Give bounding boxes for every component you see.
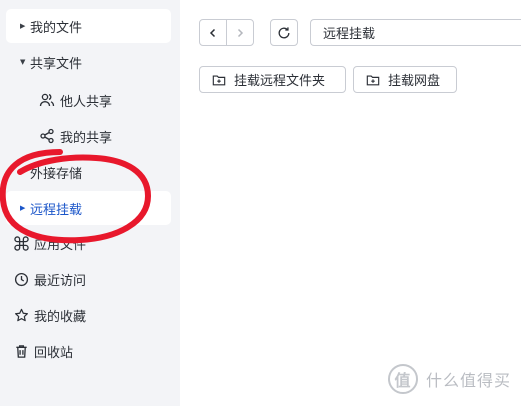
trash-icon	[8, 344, 34, 359]
folder-plus-icon	[366, 73, 380, 87]
file-manager-window: ▶ 我的文件 ▼ 共享文件 他人共享 我的共享 ▶ 外接存储 ▶ 远程挂载 应用…	[0, 0, 521, 406]
mount-cloud-disk-label: 挂载网盘	[388, 74, 441, 89]
sidebar-item-label: 我的收藏	[34, 309, 87, 325]
mount-cloud-disk-button[interactable]: 挂载网盘	[353, 66, 457, 93]
share-icon	[34, 128, 60, 144]
watermark-logo: 值	[387, 364, 418, 394]
sidebar-item-label: 共享文件	[30, 56, 83, 72]
mount-remote-folder-label: 挂载远程文件夹	[234, 74, 326, 89]
sidebar-item-label: 我的共享	[60, 130, 113, 146]
watermark-text: 什么值得买	[425, 371, 511, 390]
back-button[interactable]	[200, 20, 226, 45]
sidebar-item-external-storage[interactable]: ▶ 外接存储	[6, 155, 171, 189]
sidebar-item-app-files[interactable]: 应用文件	[6, 226, 171, 260]
sidebar-item-label: 最近访问	[34, 273, 87, 289]
forward-button[interactable]	[226, 20, 253, 45]
watermark: 值 什么值得买	[387, 364, 511, 394]
sidebar-item-label: 我的文件	[30, 20, 83, 36]
sidebar-item-shared-by-others[interactable]: 他人共享	[6, 83, 171, 117]
chevron-left-icon	[209, 28, 216, 37]
path-text: 远程挂载	[323, 27, 376, 42]
refresh-button[interactable]	[270, 19, 298, 46]
sidebar: ▶ 我的文件 ▼ 共享文件 他人共享 我的共享 ▶ 外接存储 ▶ 远程挂载 应用…	[0, 0, 180, 406]
sidebar-item-label: 应用文件	[34, 237, 87, 253]
sidebar-item-label: 他人共享	[60, 94, 113, 110]
users-icon	[34, 92, 60, 108]
main-panel: 远程挂载 挂载远程文件夹 挂载网盘 值 什么值得买	[180, 0, 521, 406]
caret-down-icon: ▼	[20, 57, 26, 66]
history-nav	[199, 19, 254, 46]
command-icon	[8, 235, 34, 251]
sidebar-item-recent[interactable]: 最近访问	[6, 262, 171, 296]
sidebar-item-my-files[interactable]: ▶ 我的文件	[6, 9, 171, 43]
sidebar-item-trash[interactable]: 回收站	[6, 334, 171, 368]
caret-right-icon: ▶	[20, 203, 26, 212]
sidebar-item-label: 回收站	[34, 345, 74, 361]
mount-remote-folder-button[interactable]: 挂载远程文件夹	[199, 66, 346, 93]
clock-icon	[8, 272, 34, 287]
sidebar-item-label: 外接存储	[30, 166, 83, 182]
sidebar-item-shared-files[interactable]: ▼ 共享文件	[6, 45, 171, 79]
sidebar-item-favorites[interactable]: 我的收藏	[6, 298, 171, 332]
sidebar-item-remote-mount[interactable]: ▶ 远程挂载	[6, 191, 171, 225]
sidebar-item-my-shares[interactable]: 我的共享	[6, 119, 171, 153]
folder-plus-icon	[212, 73, 226, 87]
path-bar[interactable]: 远程挂载	[310, 19, 521, 46]
sidebar-item-label: 远程挂载	[30, 202, 83, 218]
caret-right-icon: ▶	[20, 167, 26, 176]
refresh-icon	[278, 26, 290, 38]
caret-right-icon: ▶	[20, 21, 26, 30]
star-icon	[8, 308, 34, 323]
chevron-right-icon	[237, 28, 244, 37]
